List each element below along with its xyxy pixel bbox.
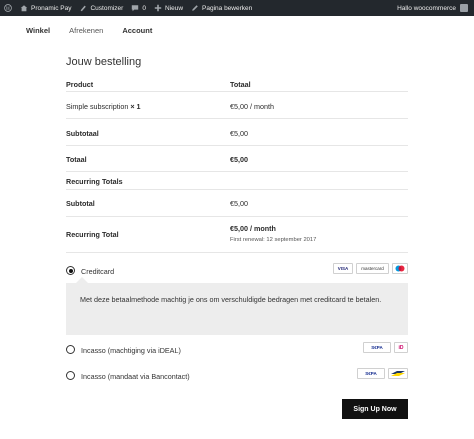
plus-icon	[154, 4, 162, 12]
recurring-subtotal-value: €5,00	[230, 199, 248, 208]
comments-count: 0	[142, 4, 146, 12]
total-label: Totaal	[66, 155, 87, 164]
wordpress-icon: W	[4, 4, 12, 12]
divider	[66, 171, 408, 172]
divider	[66, 118, 408, 119]
ideal-label[interactable]: Incasso (machtiging via iDEAL)	[81, 346, 181, 355]
sign-up-button[interactable]: Sign Up Now	[342, 399, 408, 419]
sepa-logo: S€PA	[363, 342, 391, 353]
edit-page-label: Pagina bewerken	[202, 4, 253, 12]
wp-logo-menu[interactable]: W	[0, 0, 16, 16]
recurring-total-label: Recurring Total	[66, 230, 119, 239]
first-renewal: First renewal: 12 september 2017	[230, 237, 317, 243]
comments-link[interactable]: 0	[127, 0, 150, 16]
creditcard-description: Met deze betaalmethode machtig je ons om…	[66, 277, 408, 335]
admin-bar: W Pronamic Pay Customizer 0 Nieuw Pagina…	[0, 0, 474, 16]
creditcard-description-text: Met deze betaalmethode machtig je ons om…	[80, 295, 382, 304]
divider	[66, 145, 408, 146]
column-header-total: Totaal	[230, 80, 251, 89]
ideal-logo: iD	[394, 342, 408, 353]
item-name-cell: Simple subscription × 1	[66, 102, 141, 111]
item-name: Simple subscription	[66, 102, 129, 111]
home-icon	[20, 4, 28, 12]
mastercard-logo: mastercard	[356, 263, 389, 274]
ideal-radio[interactable]	[66, 345, 75, 354]
visa-logo: VISA	[333, 263, 353, 274]
recurring-heading: Recurring Totals	[66, 177, 123, 186]
bancontact-logo	[388, 368, 408, 379]
creditcard-logos: VISA mastercard	[333, 263, 408, 274]
nav-link-account[interactable]: Account	[122, 26, 152, 35]
item-quantity: × 1	[130, 102, 141, 111]
ideal-logos: S€PA iD	[363, 342, 408, 353]
edit-page-link[interactable]: Pagina bewerken	[187, 0, 256, 16]
greeting: Hallo woocommerce	[397, 4, 456, 12]
subtotal-label: Subtotaal	[66, 129, 99, 138]
sepa-logo: S€PA	[357, 368, 385, 379]
total-value: €5,00	[230, 155, 248, 164]
subtotal-value: €5,00	[230, 129, 248, 138]
creditcard-label[interactable]: Creditcard	[81, 267, 114, 276]
order-title: Jouw bestelling	[66, 56, 142, 68]
divider	[66, 91, 408, 92]
pencil-icon	[191, 4, 199, 12]
maestro-logo	[392, 263, 408, 274]
nav-link-checkout[interactable]: Afrekenen	[69, 26, 103, 35]
bancontact-label[interactable]: Incasso (mandaat via Bancontact)	[81, 372, 190, 381]
customizer-label: Customizer	[90, 4, 124, 12]
column-header-product: Product	[66, 80, 94, 89]
divider	[66, 216, 408, 217]
divider	[66, 189, 408, 190]
site-name-menu[interactable]: Pronamic Pay	[16, 0, 75, 16]
svg-text:W: W	[6, 6, 11, 12]
recurring-total-value: €5,00 / month	[230, 224, 276, 233]
customizer-link[interactable]: Customizer	[75, 0, 127, 16]
nav-link-shop[interactable]: Winkel	[26, 26, 50, 35]
brush-icon	[79, 4, 87, 12]
new-content-menu[interactable]: Nieuw	[150, 0, 187, 16]
bancontact-radio[interactable]	[66, 371, 75, 380]
item-total: €5,00 / month	[230, 102, 274, 111]
divider	[66, 252, 408, 253]
new-label: Nieuw	[164, 4, 184, 12]
my-account-menu[interactable]: Hallo woocommerce	[397, 0, 468, 16]
bancontact-logos: S€PA	[357, 368, 408, 379]
recurring-subtotal-label: Subtotal	[66, 199, 95, 208]
creditcard-radio[interactable]	[66, 266, 75, 275]
comment-icon	[131, 4, 139, 12]
site-name: Pronamic Pay	[31, 4, 72, 12]
avatar	[460, 4, 468, 12]
site-navigation: Winkel Afrekenen Account	[26, 26, 152, 35]
